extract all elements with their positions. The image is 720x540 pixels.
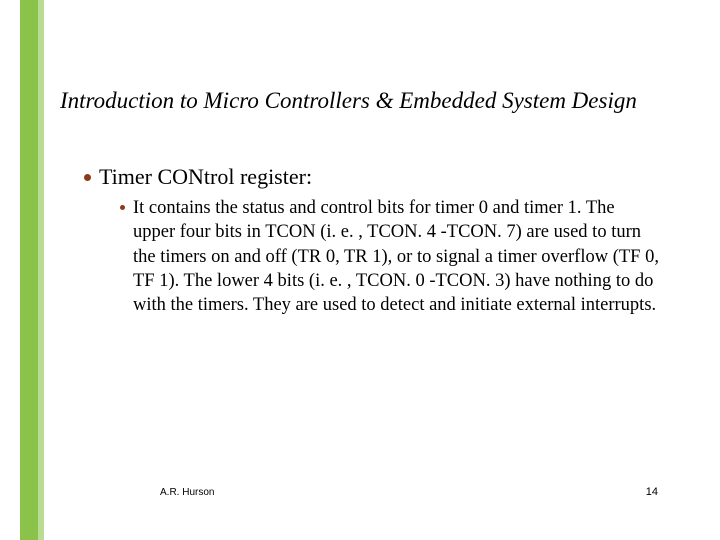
slide-title: Introduction to Micro Controllers & Embe… (60, 88, 660, 114)
main-bullet-row: Timer CONtrol register: (84, 162, 660, 192)
bullet-icon (84, 174, 91, 181)
sub-bullet-text: It contains the status and control bits … (133, 196, 660, 318)
footer-page-number: 14 (646, 486, 658, 498)
slide-container: Introduction to Micro Controllers & Embe… (0, 0, 720, 540)
bullet-icon (120, 205, 125, 210)
sub-bullet-row: It contains the status and control bits … (120, 196, 660, 318)
footer-author: A.R. Hurson (160, 487, 214, 498)
main-bullet-text: Timer CONtrol register: (99, 162, 312, 192)
